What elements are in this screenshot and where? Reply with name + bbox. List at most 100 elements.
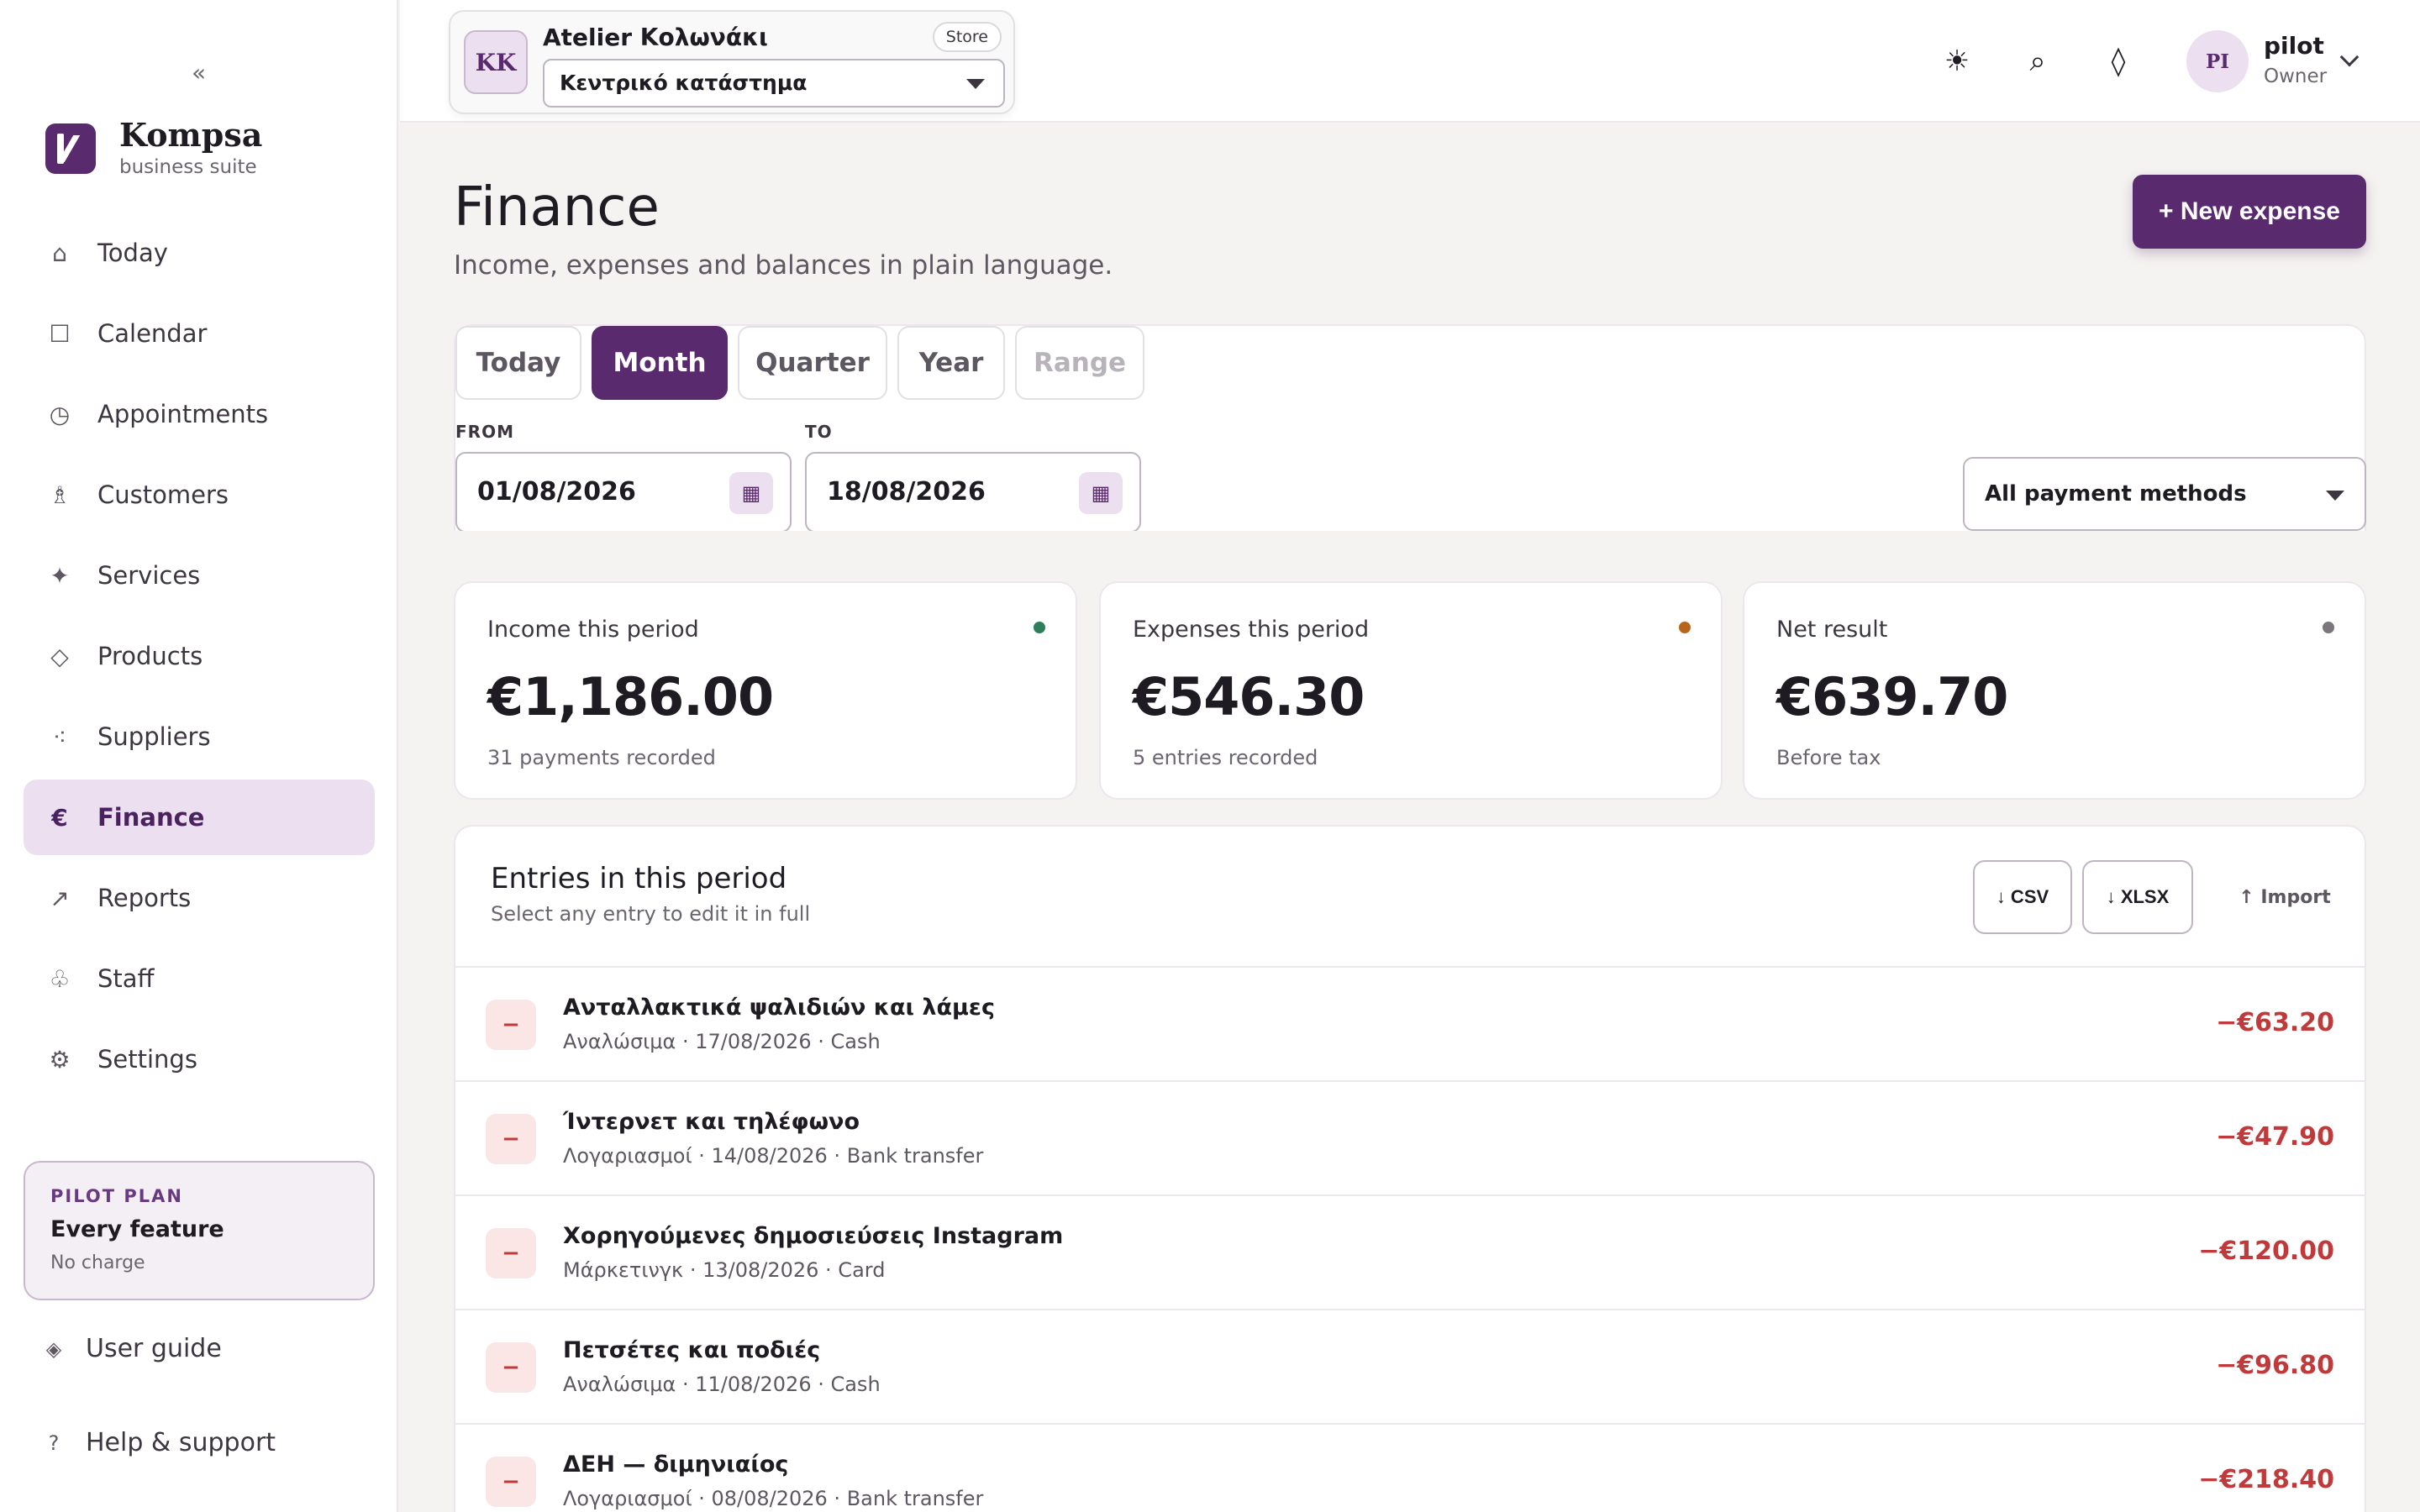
calendar-icon[interactable]: ▦	[1079, 472, 1123, 514]
sidebar-item-calendar[interactable]: ☐ Calendar	[24, 296, 375, 371]
gem-icon[interactable]: ◊	[2097, 40, 2139, 82]
stat-value: €639.70	[1776, 666, 2008, 727]
minus-icon: −	[486, 1457, 536, 1507]
kompsa-logo-icon	[45, 123, 96, 174]
sidebar-item-settings[interactable]: ⚙ Settings	[24, 1021, 375, 1097]
user-name[interactable]: pilot	[2264, 32, 2324, 60]
sidebar-item-label: Today	[97, 239, 168, 267]
search-icon[interactable]: ⌕	[2017, 40, 2059, 82]
avatar[interactable]: PI	[2186, 30, 2249, 92]
entries-panel: Entries in this period Select any entry …	[454, 825, 2366, 1512]
table-row[interactable]: − Χορηγούμενες δημοσιεύσεις Instagram Μάρκ…	[455, 1194, 2365, 1309]
filter-panel: Today Month Quarter Year Range FROM 01/08/20…	[454, 324, 2366, 556]
chevron-down-icon[interactable]	[2339, 47, 2360, 67]
payment-method-select[interactable]: All payment methods	[1963, 457, 2366, 531]
sidebar-item-label: Calendar	[97, 319, 208, 348]
period-tabs: Today Month Quarter Year Range	[455, 326, 1155, 400]
sidebar-item-services[interactable]: ✦ Services	[24, 538, 375, 613]
sidebar: « Kompsa business suite ⌂ Today ☐ Calendar ◷…	[0, 0, 398, 1512]
help-support-link[interactable]: ? Help & support	[42, 1428, 276, 1457]
sidebar-item-products[interactable]: ◇ Products	[24, 618, 375, 694]
export-csv-button[interactable]: ↓ CSV	[1973, 860, 2072, 934]
sidebar-item-label: Customers	[97, 480, 229, 509]
entry-amount: −€63.20	[2216, 1008, 2334, 1037]
from-date-field[interactable]: 01/08/2026 ▦	[455, 452, 792, 533]
status-dot	[1034, 622, 1045, 633]
plan-card[interactable]: PILOT PLAN Every feature No charge	[24, 1161, 375, 1300]
table-row[interactable]: − Ίντερνετ και τηλέφωνο Λογαριασμοί · 14/0…	[455, 1080, 2365, 1194]
sidebar-item-label: Settings	[97, 1045, 197, 1074]
stat-subtitle: 31 payments recorded	[487, 746, 716, 769]
sidebar-item-today[interactable]: ⌂ Today	[24, 215, 375, 291]
sidebar-item-appointments[interactable]: ◷ Appointments	[24, 376, 375, 452]
entries-list: − Ανταλλακτικά ψαλιδιών και λάμες Αναλώσιμ…	[455, 966, 2365, 1512]
entries-subtitle: Select any entry to edit it in full	[491, 902, 811, 926]
minus-icon: −	[486, 1228, 536, 1278]
chevron-down-icon	[966, 79, 985, 89]
sidebar-item-reports[interactable]: ↗ Reports	[24, 860, 375, 936]
brand-tagline: business suite	[119, 156, 257, 178]
sidebar-item-customers[interactable]: ♗ Customers	[24, 457, 375, 533]
page-title: Finance	[454, 176, 660, 239]
sidebar-item-label: Reports	[97, 884, 192, 912]
entry-title: ΔΕΗ — διμηνιαίος	[563, 1452, 789, 1478]
table-row[interactable]: − Ανταλλακτικά ψαλιδιών και λάμες Αναλώσιμ…	[455, 966, 2365, 1080]
sidebar-item-suppliers[interactable]: ⁖ Suppliers	[24, 699, 375, 774]
entry-title: Πετσέτες και ποδιές	[563, 1337, 821, 1363]
tab-month[interactable]: Month	[592, 326, 728, 400]
net-result-card: Net result €639.70 Before tax	[1743, 581, 2366, 800]
chevron-down-icon	[2326, 491, 2344, 501]
staff-icon: ♧	[49, 964, 71, 993]
help-icon: ?	[48, 1431, 60, 1455]
collapse-sidebar-icon[interactable]: «	[192, 59, 206, 87]
customers-icon: ♗	[49, 480, 71, 509]
theme-toggle-icon[interactable]: ☀	[1936, 40, 1978, 82]
to-date-value: 18/08/2026	[827, 477, 986, 507]
settings-icon: ⚙	[49, 1045, 71, 1074]
sidebar-item-label: Suppliers	[97, 722, 211, 751]
entry-title: Ίντερνετ και τηλέφωνο	[563, 1109, 860, 1135]
entry-meta: Μάρκετινγκ · 13/08/2026 · Card	[563, 1258, 886, 1282]
calendar-icon[interactable]: ▦	[729, 472, 773, 514]
store-avatar: KK	[464, 30, 528, 94]
import-button[interactable]: ↑ Import	[2222, 860, 2348, 934]
to-date-field[interactable]: 18/08/2026 ▦	[805, 452, 1141, 533]
sidebar-item-label: Products	[97, 642, 203, 670]
table-row[interactable]: − Πετσέτες και ποδιές Αναλώσιμα · 11/08/20…	[455, 1309, 2365, 1423]
sidebar-item-label: Finance	[97, 803, 205, 832]
tab-year[interactable]: Year	[897, 326, 1005, 400]
entry-amount: −€120.00	[2198, 1236, 2334, 1266]
user-role: Owner	[2264, 66, 2328, 87]
table-row[interactable]: − ΔΕΗ — διμηνιαίος Λογαριασμοί · 08/08/202…	[455, 1423, 2365, 1512]
brand-logo[interactable]: Kompsa business suite	[45, 119, 262, 178]
help-support-label: Help & support	[86, 1428, 276, 1457]
entry-amount: −€96.80	[2216, 1351, 2334, 1380]
store-location-select[interactable]: Κεντρικό κατάστημα	[543, 59, 1005, 108]
stat-subtitle: Before tax	[1776, 746, 1881, 769]
tab-today[interactable]: Today	[455, 326, 581, 400]
status-dot	[1679, 622, 1691, 633]
sidebar-nav: ⌂ Today ☐ Calendar ◷ Appointments ♗ Customers ✦ S…	[24, 215, 375, 1102]
suppliers-icon: ⁖	[52, 722, 67, 751]
entries-title: Entries in this period	[491, 862, 787, 895]
new-expense-button[interactable]: + New expense	[2133, 175, 2366, 249]
brand-name: Kompsa	[119, 116, 263, 154]
sidebar-item-label: Staff	[97, 964, 155, 993]
stat-label: Income this period	[487, 617, 699, 643]
entry-title: Χορηγούμενες δημοσιεύσεις Instagram	[563, 1223, 1064, 1249]
to-label: TO	[805, 422, 833, 442]
entry-meta: Αναλώσιμα · 11/08/2026 · Cash	[563, 1373, 881, 1396]
sidebar-item-staff[interactable]: ♧ Staff	[24, 941, 375, 1016]
products-icon: ◇	[50, 642, 69, 670]
stat-value: €1,186.00	[487, 666, 774, 727]
stat-value: €546.30	[1133, 666, 1365, 727]
export-xlsx-button[interactable]: ↓ XLSX	[2082, 860, 2193, 934]
store-switcher: KK Atelier Κολωνάκι Store Κεντρικό κατάσ…	[449, 10, 1015, 114]
sidebar-item-finance[interactable]: € Finance	[24, 780, 375, 855]
plan-subtitle: No charge	[50, 1252, 145, 1273]
user-guide-link[interactable]: ◈ User guide	[42, 1334, 222, 1363]
expenses-card: Expenses this period €546.30 5 entries r…	[1099, 581, 1723, 800]
tab-quarter[interactable]: Quarter	[738, 326, 887, 400]
entry-title: Ανταλλακτικά ψαλιδιών και λάμες	[563, 995, 995, 1021]
entry-meta: Λογαριασμοί · 08/08/2026 · Bank transfer	[563, 1487, 984, 1510]
